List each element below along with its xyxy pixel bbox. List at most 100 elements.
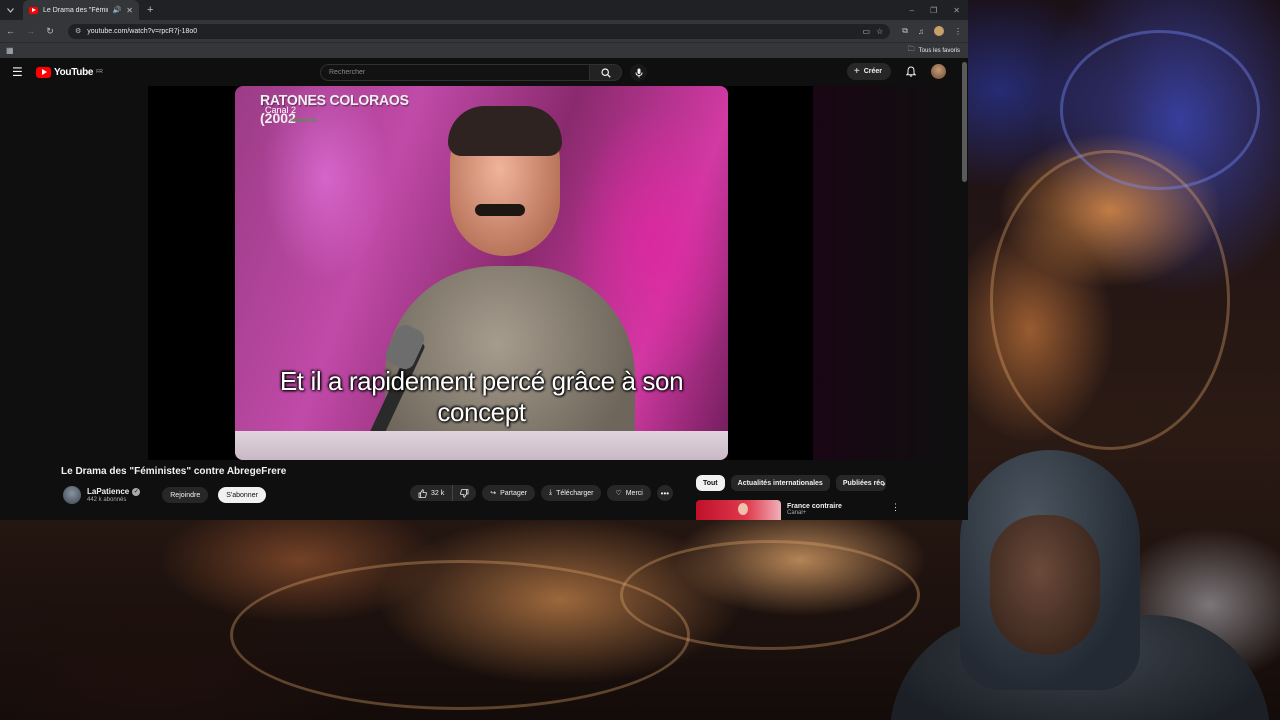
browser-toolbar: ← → ↻ ⚙ youtube.com/watch?v=rpcR7j-18o0 …	[0, 20, 968, 42]
site-info-icon[interactable]: ⚙	[75, 27, 81, 35]
microphone-icon	[635, 68, 642, 77]
youtube-logo[interactable]: YouTube FR	[36, 66, 103, 78]
tv-channel-subtext: Andalucía	[290, 118, 317, 124]
reload-icon[interactable]: ↻	[46, 26, 54, 37]
streamer-face	[990, 515, 1100, 655]
search-icon	[600, 67, 611, 78]
profile-avatar-icon[interactable]	[934, 26, 944, 36]
create-label: Créer	[863, 68, 882, 75]
chevron-right-icon[interactable]: ›	[882, 478, 886, 490]
extensions-icon[interactable]: ⧉	[902, 26, 908, 36]
tv-channel-logo: Canal 2	[265, 105, 297, 115]
recommended-title[interactable]: France contraire	[787, 503, 842, 510]
new-tab-button[interactable]: +	[147, 4, 153, 16]
video-actions: 32 k ↪ Partager ⤓ Télécharger ♡ Merci ••…	[410, 485, 673, 501]
forward-icon[interactable]: →	[26, 26, 35, 36]
related-chips: Tout Actualités internationales Publiées…	[696, 475, 886, 491]
thanks-button[interactable]: ♡ Merci	[607, 485, 651, 501]
all-bookmarks-button[interactable]: 🗀 Tous les favoris	[908, 45, 960, 56]
search-button[interactable]	[590, 64, 622, 81]
wallpaper-tendril	[230, 560, 690, 710]
tab-search-button[interactable]	[0, 0, 20, 20]
thumbs-down-icon	[460, 488, 469, 498]
create-button[interactable]: + Créer	[846, 63, 891, 80]
youtube-logo-text: YouTube	[54, 66, 94, 78]
back-icon[interactable]: ←	[6, 26, 15, 36]
search-bar	[320, 64, 647, 81]
masthead-right: + Créer	[846, 63, 946, 80]
thanks-label: Merci	[625, 489, 643, 497]
speaker-icon[interactable]: 🔊	[113, 6, 122, 14]
channel-avatar[interactable]	[63, 486, 81, 504]
browser-window: Le Drama des "Féministes" 🔊 ✕ + – ❐ ✕ ← …	[0, 0, 968, 520]
tab-strip: Le Drama des "Féministes" 🔊 ✕ + – ❐ ✕	[0, 0, 968, 20]
dislike-button[interactable]	[453, 485, 476, 501]
subscribe-button[interactable]: S'abonner	[218, 487, 266, 503]
account-avatar[interactable]	[931, 64, 946, 79]
bell-icon	[906, 66, 916, 77]
channel-name[interactable]: LaPatience	[87, 487, 129, 496]
more-actions-icon[interactable]: •••	[656, 485, 673, 501]
all-bookmarks-label: Tous les favoris	[918, 47, 960, 54]
bookmarks-bar: ▦ 🗀 Tous les favoris	[0, 42, 968, 58]
video-player[interactable]: RATONES COLORAOS (2002 Canal 2 Andalucía…	[148, 86, 813, 460]
search-input[interactable]	[320, 64, 590, 81]
like-button[interactable]: 32 k	[410, 485, 454, 501]
chip-all[interactable]: Tout	[696, 475, 725, 491]
plus-icon: +	[853, 66, 860, 77]
recommended-thumbnail[interactable]	[696, 500, 781, 520]
maximize-icon[interactable]: ❐	[930, 6, 937, 15]
hamburger-menu-icon[interactable]: ☰	[12, 65, 24, 79]
toolbar-right: ⧉ ♫ ⋮	[902, 26, 962, 36]
recommended-text: France contraire Canal+	[787, 500, 842, 520]
download-button[interactable]: ⤓ Télécharger	[540, 485, 602, 501]
minimize-icon[interactable]: –	[910, 6, 914, 15]
video-person-mustache	[475, 204, 525, 216]
media-control-icon[interactable]: ♫	[918, 27, 924, 36]
close-tab-icon[interactable]: ✕	[126, 6, 133, 15]
url-text[interactable]: youtube.com/watch?v=rpcR7j-18o0	[87, 28, 856, 35]
thumbs-up-icon	[418, 488, 427, 498]
bookmark-star-icon[interactable]: ☆	[876, 27, 883, 36]
cast-icon[interactable]: ▭	[863, 27, 871, 36]
close-window-icon[interactable]: ✕	[953, 6, 960, 15]
youtube-play-icon	[36, 66, 51, 78]
notifications-button[interactable]	[905, 66, 917, 78]
recommended-video[interactable]: France contraire Canal+	[696, 500, 906, 520]
youtube-page: ☰ YouTube FR + Créer	[0, 58, 968, 520]
chevron-down-icon	[6, 7, 14, 13]
tab-title: Le Drama des "Féministes"	[43, 6, 108, 14]
recommended-more-icon[interactable]: ⋮	[891, 502, 900, 513]
download-label: Télécharger	[556, 489, 594, 497]
thanks-icon: ♡	[615, 490, 622, 497]
region-code: FR	[96, 68, 103, 75]
like-dislike-group: 32 k	[410, 485, 477, 501]
tab-active[interactable]: Le Drama des "Féministes" 🔊 ✕	[23, 0, 139, 20]
chip-international-news[interactable]: Actualités internationales	[730, 475, 830, 491]
share-icon: ↪	[490, 490, 497, 497]
address-bar[interactable]: ⚙ youtube.com/watch?v=rpcR7j-18o0 ▭ ☆	[68, 23, 891, 39]
folder-icon: 🗀	[907, 46, 915, 53]
share-button[interactable]: ↪ Partager	[482, 485, 535, 501]
wallpaper-tendril	[1060, 30, 1260, 190]
chip-recently-published[interactable]: Publiées réc	[835, 475, 886, 491]
subscriber-count: 442 k abonnés	[87, 497, 127, 503]
channel-info: LaPatience ✓ 442 k abonnés	[87, 487, 141, 503]
voice-search-button[interactable]	[630, 64, 647, 81]
video-table	[235, 431, 728, 460]
channel-name-row: LaPatience ✓	[87, 487, 141, 496]
browser-menu-icon[interactable]: ⋮	[954, 27, 962, 36]
wallpaper-tendril	[620, 540, 920, 650]
share-label: Partager	[500, 489, 527, 497]
page-scrollbar[interactable]	[960, 58, 968, 520]
youtube-masthead: ☰ YouTube FR + Créer	[0, 58, 968, 86]
scrollbar-thumb[interactable]	[962, 62, 967, 182]
video-frame[interactable]: RATONES COLORAOS (2002 Canal 2 Andalucía…	[235, 86, 728, 460]
download-icon: ⤓	[548, 489, 553, 496]
join-button[interactable]: Rejoindre	[162, 487, 209, 503]
youtube-favicon-icon	[29, 6, 38, 14]
apps-grid-icon[interactable]: ▦	[6, 46, 14, 55]
wallpaper-tendril	[990, 150, 1230, 450]
video-title: Le Drama des "Féministes" contre AbregeF…	[61, 466, 287, 477]
like-count: 32 k	[431, 489, 445, 497]
